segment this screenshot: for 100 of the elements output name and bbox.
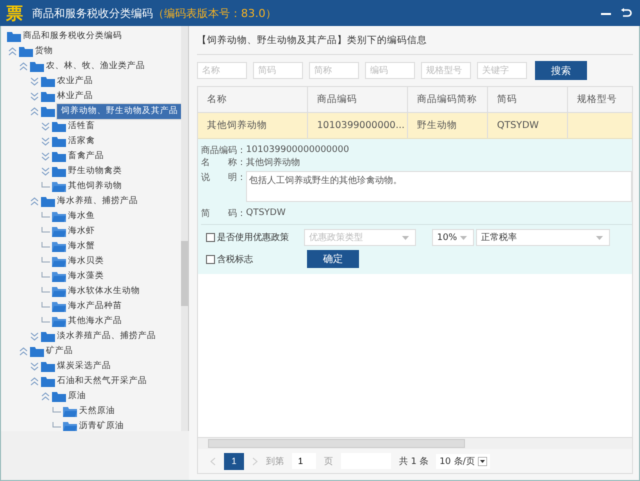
- caret-icon: [402, 236, 409, 240]
- tree-item[interactable]: 畜禽产品: [67, 150, 105, 163]
- collapse-chevron-icon[interactable]: [19, 347, 28, 356]
- checkbox-label[interactable]: 是否使用优惠政策: [217, 231, 289, 244]
- confirm-button[interactable]: 确定: [307, 250, 359, 268]
- field-label: 简 码：: [201, 208, 246, 220]
- short-code-value: QTSYDW: [246, 208, 286, 218]
- tree-item[interactable]: 其他饲养动物: [67, 180, 123, 193]
- collapse-chevron-icon[interactable]: [19, 62, 28, 71]
- expand-chevron-icon[interactable]: [41, 152, 50, 161]
- tree-item[interactable]: 野生动物禽类: [67, 165, 123, 178]
- folder-icon: [52, 271, 66, 282]
- tree-item[interactable]: 海水贝类: [67, 255, 105, 268]
- folder-icon: [52, 211, 66, 222]
- page-button[interactable]: 1: [224, 452, 244, 470]
- collapse-chevron-icon[interactable]: [41, 392, 50, 401]
- filter-field[interactable]: 名称: [197, 62, 247, 79]
- rate-type-dropdown[interactable]: 正常税率: [476, 229, 610, 246]
- table-row[interactable]: 其他饲养动物 1010399000000... 野生动物 QTSYDW: [198, 113, 632, 139]
- tree-item[interactable]: 淡水养殖产品、捕捞产品: [56, 330, 157, 343]
- checkbox[interactable]: [206, 254, 215, 264]
- folder-icon: [63, 406, 77, 417]
- tree-item[interactable]: 沥青矿原油: [78, 420, 125, 431]
- folder-icon: [41, 106, 55, 117]
- expand-chevron-icon[interactable]: [30, 362, 39, 371]
- tree-item[interactable]: 矿产品: [45, 345, 74, 358]
- filter-field[interactable]: 编码: [365, 62, 415, 79]
- previous-page-icon[interactable]: [210, 456, 216, 466]
- name-value: 其他饲养动物: [246, 156, 300, 168]
- expand-chevron-icon[interactable]: [30, 92, 39, 101]
- filter-field[interactable]: 简码: [253, 62, 303, 79]
- table-cell: 野生动物: [417, 119, 457, 132]
- tree-item[interactable]: 天然原油: [78, 405, 116, 418]
- tree-item[interactable]: 农业产品: [56, 75, 94, 88]
- folder-icon: [63, 421, 77, 431]
- tree-item[interactable]: 石油和天然气开采产品: [56, 375, 148, 388]
- folder-icon: [7, 31, 21, 42]
- folder-icon: [52, 121, 66, 132]
- column-header: 简码: [488, 87, 568, 112]
- page-size-dropdown[interactable]: 10 条/页: [436, 454, 490, 468]
- folder-icon: [30, 61, 44, 72]
- description-field[interactable]: 包括人工饲养或野生的其他珍禽动物。: [246, 171, 632, 202]
- tax-rate-dropdown[interactable]: 10%: [432, 229, 474, 246]
- tree-root[interactable]: 商品和服务税收分类编码: [22, 30, 123, 43]
- code-value: 101039900000000000: [246, 145, 350, 155]
- tree-item[interactable]: 林业产品: [56, 90, 94, 103]
- folder-icon: [52, 316, 66, 327]
- field-label: 名 称：: [201, 156, 246, 168]
- tree-item[interactable]: 活家禽: [67, 135, 96, 148]
- collapse-chevron-icon[interactable]: [30, 377, 39, 386]
- column-header: 商品编码简称: [408, 87, 488, 112]
- tree-item[interactable]: 货物: [34, 45, 54, 58]
- collapse-chevron-icon[interactable]: [30, 107, 39, 116]
- back-arrow-icon[interactable]: [620, 7, 632, 19]
- folder-icon: [41, 76, 55, 87]
- folder-icon: [52, 301, 66, 312]
- expand-chevron-icon[interactable]: [41, 137, 50, 146]
- tree-item[interactable]: 海水虾: [67, 225, 96, 238]
- window-title: 商品和服务税收分类编码: [32, 6, 153, 20]
- caret-icon: [460, 236, 467, 240]
- folder-icon: [52, 151, 66, 162]
- checkbox[interactable]: [206, 233, 215, 242]
- table-cell: 其他饲养动物: [207, 119, 267, 132]
- expand-chevron-icon[interactable]: [41, 122, 50, 131]
- folder-icon: [41, 331, 55, 342]
- tree-item[interactable]: 海水鱼: [67, 210, 96, 223]
- tree-item[interactable]: 海水产品种苗: [67, 300, 123, 313]
- tree-item[interactable]: 煤炭采选产品: [56, 360, 112, 373]
- table-cell: QTSYDW: [497, 120, 539, 131]
- tree-item[interactable]: 饲养动物、野生动物及其产品: [56, 103, 181, 120]
- filter-field[interactable]: 规格型号: [421, 62, 471, 79]
- expand-chevron-icon[interactable]: [30, 332, 39, 341]
- folder-icon: [41, 91, 55, 102]
- collapse-chevron-icon[interactable]: [30, 197, 39, 206]
- tree-item[interactable]: 海水软体水生动物: [67, 285, 141, 298]
- horizontal-scrollbar[interactable]: [198, 437, 632, 449]
- checkbox-label[interactable]: 含税标志: [217, 252, 253, 266]
- page-number-field[interactable]: 1: [292, 453, 316, 469]
- folder-icon: [30, 346, 44, 357]
- expand-chevron-icon[interactable]: [41, 167, 50, 176]
- expand-chevron-icon[interactable]: [30, 77, 39, 86]
- total-count: 共 1 条: [399, 456, 428, 468]
- tree-item[interactable]: 海水蟹: [67, 240, 96, 253]
- collapse-chevron-icon[interactable]: [8, 47, 17, 56]
- folder-icon: [52, 256, 66, 267]
- search-button[interactable]: 搜索: [535, 61, 587, 80]
- filter-field[interactable]: 简称: [309, 62, 359, 79]
- tree-item[interactable]: 海水藻类: [67, 270, 105, 283]
- tree-item[interactable]: 海水养殖、捕捞产品: [56, 195, 139, 208]
- scrollbar-thumb[interactable]: [181, 241, 188, 306]
- tree-item[interactable]: 其他海水产品: [67, 315, 123, 328]
- column-header: 名称: [198, 87, 308, 112]
- folder-icon: [52, 391, 66, 402]
- tree-item[interactable]: 农、林、牧、渔业类产品: [45, 60, 146, 73]
- tree-item[interactable]: 活牲畜: [67, 120, 96, 133]
- filter-field[interactable]: 关键字: [477, 62, 527, 79]
- dropdown-arrow-icon[interactable]: [478, 456, 487, 466]
- next-page-icon[interactable]: [252, 456, 258, 466]
- tree-item[interactable]: 原油: [67, 390, 87, 403]
- folder-icon: [52, 181, 66, 192]
